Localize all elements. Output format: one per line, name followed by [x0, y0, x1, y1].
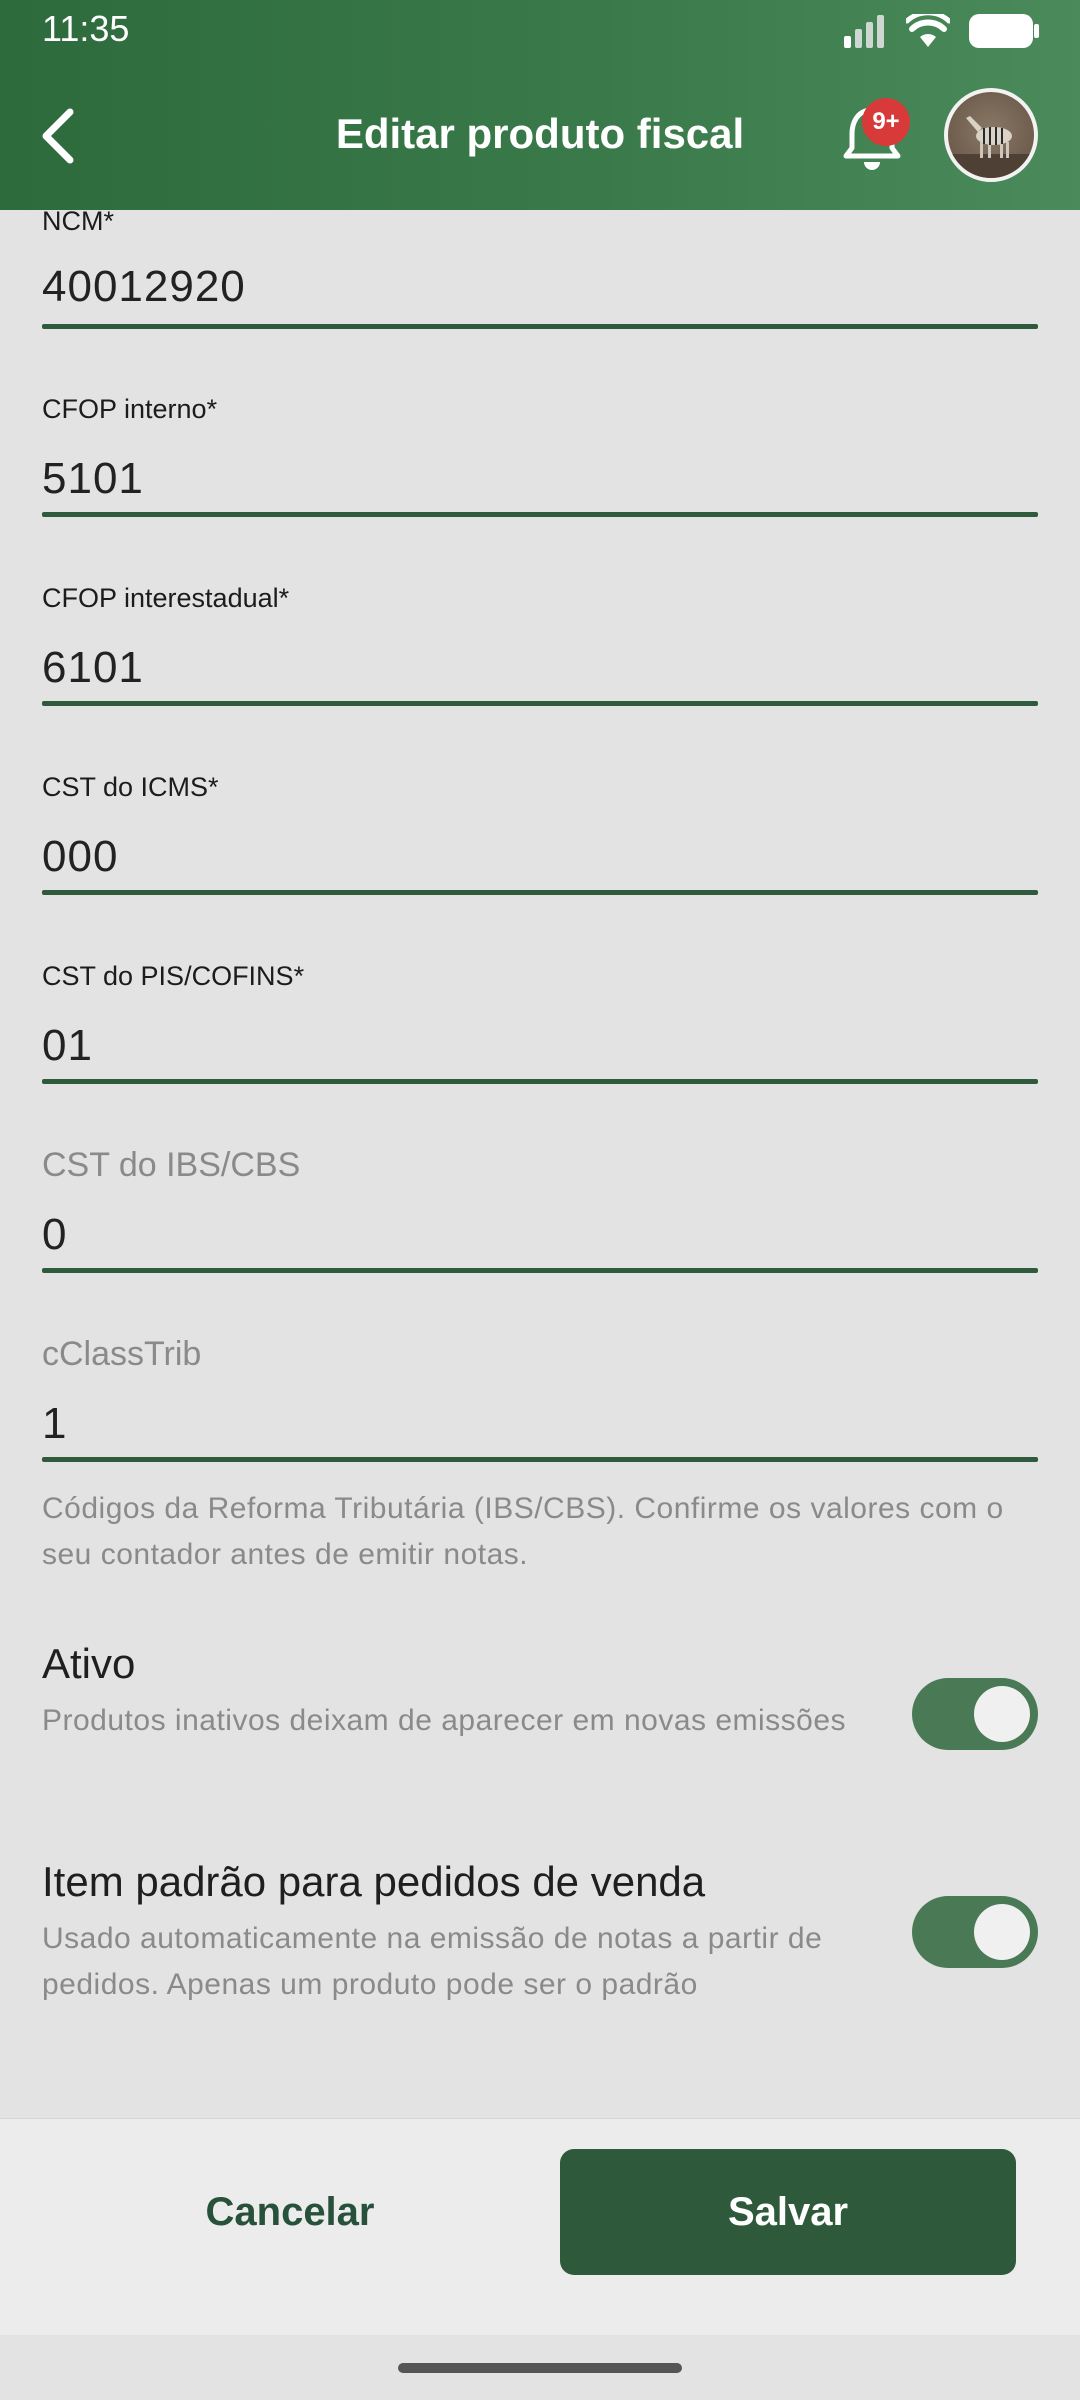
field-cst-pis-cofins[interactable]: CST do PIS/COFINS* 01: [42, 961, 1038, 1084]
field-cfop-interestadual[interactable]: CFOP interestadual* 6101: [42, 583, 1038, 706]
switch-knob: [974, 1686, 1030, 1742]
field-cclasstrib[interactable]: cClassTrib 1: [42, 1335, 1038, 1462]
switch-knob: [974, 1904, 1030, 1960]
status-time: 11:35: [42, 8, 130, 49]
status-icons: [842, 12, 1040, 50]
field-cst-icms[interactable]: CST do ICMS* 000: [42, 772, 1038, 895]
field-underline: [42, 512, 1038, 517]
zebra-avatar-image: [948, 116, 1034, 178]
wifi-icon: [906, 14, 950, 47]
field-underline: [42, 1268, 1038, 1273]
field-cst-ibs-cbs[interactable]: CST do IBS/CBS 0: [42, 1146, 1038, 1273]
notification-badge: 9+: [862, 98, 910, 146]
field-underline: [42, 701, 1038, 706]
cancel-button[interactable]: Cancelar: [110, 2149, 470, 2275]
field-label: CST do IBS/CBS: [42, 1146, 301, 1184]
ativo-switch[interactable]: [912, 1678, 1038, 1750]
field-value[interactable]: 0: [42, 1210, 67, 1260]
field-label: NCM*: [42, 206, 114, 236]
field-value[interactable]: 1: [42, 1399, 67, 1449]
field-value[interactable]: 6101: [42, 643, 144, 693]
toggle-title: Item padrão para pedidos de venda: [42, 1858, 706, 1905]
field-value[interactable]: 40012920: [42, 262, 246, 312]
page-title: Editar produto fiscal: [335, 110, 745, 157]
field-value[interactable]: 5101: [42, 454, 144, 504]
toggle-row-item-padrao: Item padrão para pedidos de venda Usado …: [42, 1858, 1038, 2008]
field-cfop-interno[interactable]: CFOP interno* 5101: [42, 394, 1038, 517]
field-label: CST do PIS/COFINS*: [42, 961, 305, 991]
avatar[interactable]: [944, 88, 1038, 182]
field-label: CFOP interno*: [42, 394, 218, 424]
signal-icon: [844, 15, 884, 48]
bottom-action-bar: Cancelar Salvar: [0, 2118, 1080, 2335]
toggle-row-ativo: Ativo Produtos inativos deixam de aparec…: [42, 1640, 1038, 1750]
field-ncm[interactable]: NCM* 40012920: [42, 206, 1038, 329]
field-underline: [42, 1079, 1038, 1084]
field-label: CST do ICMS*: [42, 772, 219, 802]
field-underline: [42, 324, 1038, 329]
helper-text: Códigos da Reforma Tributária (IBS/CBS).…: [42, 1492, 1004, 1571]
home-indicator[interactable]: [398, 2363, 682, 2373]
field-value[interactable]: 01: [42, 1021, 93, 1071]
toggle-title: Ativo: [42, 1640, 136, 1687]
field-value[interactable]: 000: [42, 832, 118, 882]
save-button[interactable]: Salvar: [560, 2149, 1016, 2275]
battery-icon: [969, 14, 1039, 48]
field-label: CFOP interestadual*: [42, 583, 290, 613]
field-label: cClassTrib: [42, 1335, 202, 1373]
field-underline: [42, 890, 1038, 895]
field-underline: [42, 1457, 1038, 1462]
item-padrao-switch[interactable]: [912, 1896, 1038, 1968]
toggle-description: Produtos inativos deixam de aparecer em …: [42, 1704, 847, 1737]
app-header: 11:35 Editar produto fiscal 9+: [0, 0, 1080, 210]
toggle-description: Usado automaticamente na emissão de nota…: [42, 1922, 823, 2001]
